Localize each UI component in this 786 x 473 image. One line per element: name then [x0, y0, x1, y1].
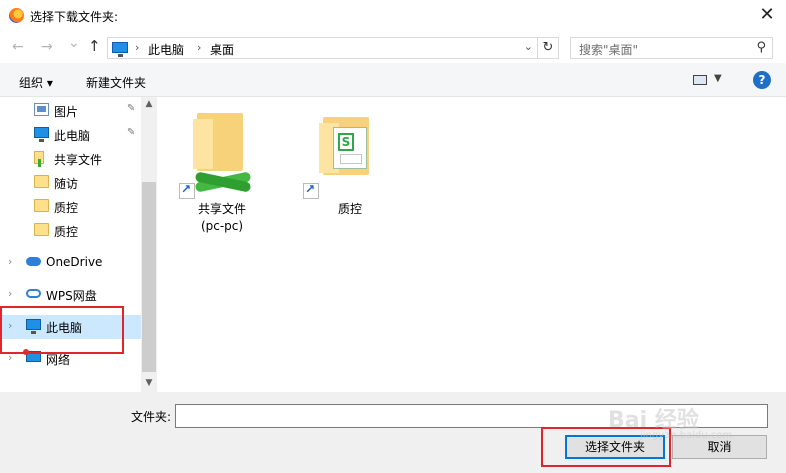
file-item-shared-folder[interactable]: 共享文件 (pc-pc)	[177, 107, 267, 257]
scroll-down-icon[interactable]: ▼	[141, 378, 157, 388]
file-name: 共享文件	[197, 202, 246, 216]
navigation-bar: ← → ⌄ ↑ › 此电脑 › 桌面 ⌄ ↻ 搜索"桌面" ⚲	[0, 31, 786, 63]
folder-icon	[34, 223, 49, 236]
sidebar-item-label: 随访	[54, 177, 79, 191]
spreadsheet-document-icon: S	[333, 127, 367, 169]
baidu-watermark-url: jingyan.baidu.com	[640, 430, 733, 441]
wps-cloud-icon	[26, 289, 41, 298]
computer-icon	[34, 127, 49, 142]
command-toolbar: 组织 ▾ 新建文件夹 ▼ ?	[0, 63, 786, 97]
folder-field-label: 文件夹:	[131, 410, 172, 424]
scroll-up-icon[interactable]: ▲	[141, 99, 157, 109]
expand-chevron-icon[interactable]: ›	[8, 287, 12, 300]
network-share-pipes-icon	[194, 171, 252, 193]
pin-icon[interactable]: ✎	[127, 127, 135, 138]
folder-icon	[34, 199, 49, 212]
pin-icon[interactable]: ✎	[127, 103, 135, 114]
sidebar-item-shared-files[interactable]: 共享文件	[0, 147, 141, 169]
sidebar-item-label: 共享文件	[54, 153, 103, 167]
file-list-area: 共享文件 (pc-pc) S 质控	[157, 97, 786, 392]
shared-folder-icon	[34, 151, 44, 167]
sidebar-item-label: 此电脑	[54, 129, 91, 143]
organize-button[interactable]: 组织 ▾	[19, 74, 53, 91]
sidebar-item-label: 质控	[54, 225, 79, 239]
onedrive-icon	[26, 257, 41, 266]
breadcrumb-separator[interactable]: ›	[135, 41, 139, 54]
sidebar-item-followup[interactable]: 随访	[0, 171, 141, 193]
window-title: 选择下载文件夹:	[30, 10, 119, 24]
scrollbar-thumb[interactable]	[142, 182, 156, 372]
shortcut-arrow-icon	[179, 182, 195, 199]
address-bar[interactable]: › 此电脑 › 桌面 ⌄	[107, 37, 538, 59]
sidebar-item-quality-control-2[interactable]: 质控	[0, 219, 141, 241]
new-folder-button[interactable]: 新建文件夹	[86, 74, 146, 91]
search-placeholder: 搜索"桌面"	[579, 43, 639, 57]
folder-icon	[34, 175, 49, 188]
breadcrumb-this-pc[interactable]: 此电脑	[148, 41, 184, 58]
view-dropdown-icon[interactable]: ▼	[714, 73, 722, 84]
annotation-highlight-this-pc	[0, 306, 124, 354]
help-icon[interactable]: ?	[753, 71, 771, 89]
forward-arrow-icon[interactable]: →	[41, 39, 53, 55]
file-name-subtitle: (pc-pc)	[200, 219, 244, 233]
sidebar-scrollbar[interactable]: ▲ ▼	[141, 97, 157, 392]
shortcut-arrow-icon	[303, 182, 319, 199]
address-dropdown-icon[interactable]: ⌄	[524, 40, 533, 53]
breadcrumb-separator[interactable]: ›	[197, 41, 201, 54]
close-button[interactable]: ✕	[756, 4, 778, 26]
computer-icon	[112, 42, 128, 57]
up-arrow-icon[interactable]: ↑	[88, 37, 101, 55]
sidebar-item-quality-control-1[interactable]: 质控	[0, 195, 141, 217]
sidebar-item-onedrive[interactable]: › OneDrive	[0, 251, 141, 273]
pictures-icon	[34, 103, 49, 116]
sidebar-item-label: 图片	[54, 105, 79, 119]
search-input[interactable]: 搜索"桌面" ⚲	[570, 37, 773, 59]
sidebar-item-label: 质控	[54, 201, 79, 215]
search-icon[interactable]: ⚲	[756, 40, 766, 55]
sidebar-item-this-pc-quick[interactable]: 此电脑 ✎	[0, 123, 141, 145]
breadcrumb-desktop[interactable]: 桌面	[210, 41, 234, 58]
sidebar-item-label: WPS网盘	[46, 289, 97, 303]
sidebar-item-label: OneDrive	[46, 255, 103, 269]
view-mode-icon[interactable]	[693, 75, 707, 85]
network-share-folder-icon	[193, 113, 243, 171]
firefox-icon	[9, 8, 24, 23]
sidebar-item-pictures[interactable]: 图片 ✎	[0, 99, 141, 121]
refresh-button[interactable]: ↻	[538, 37, 559, 59]
file-item-quality-control[interactable]: S 质控	[303, 107, 395, 257]
sidebar-item-wps-cloud[interactable]: › WPS网盘	[0, 283, 141, 305]
file-name: 质控	[337, 202, 362, 216]
title-bar: 选择下载文件夹: ✕	[0, 0, 786, 31]
expand-chevron-icon[interactable]: ›	[8, 255, 12, 268]
recent-locations-icon[interactable]: ⌄	[68, 35, 80, 51]
back-arrow-icon[interactable]: ←	[12, 39, 24, 55]
